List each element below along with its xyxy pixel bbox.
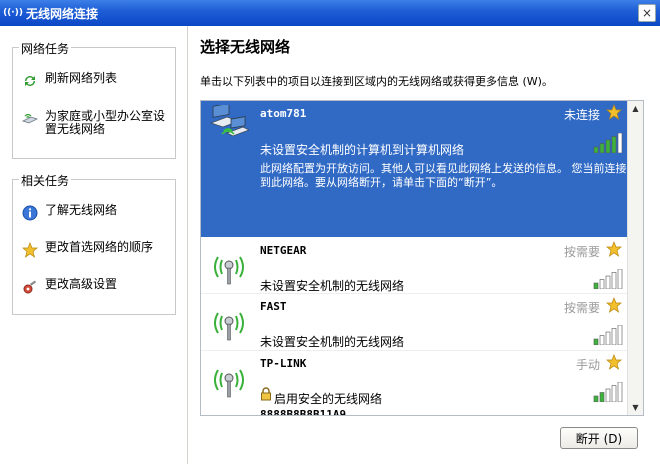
main-pane: 选择无线网络 单击以下列表中的项目以连接到区域内的无线网络或获得更多信息 (W)…	[189, 26, 660, 464]
preferred-star-icon	[606, 241, 622, 257]
connection-status: 未连接	[563, 108, 600, 122]
related-tasks-group: 相关任务 了解无线网络 更改首选网络的顺序 更改高级设置	[12, 172, 176, 315]
lock-icon	[261, 387, 271, 401]
connection-status: 手动	[575, 358, 600, 372]
close-button[interactable]: ×	[638, 4, 656, 22]
security-text: 未设置安全机制的计算机到计算机网络	[260, 143, 465, 157]
network-name: atom781	[260, 107, 307, 120]
window-title: 无线网络连接	[26, 6, 99, 21]
signal-bar	[605, 275, 611, 289]
network-name: TP-LINK	[260, 357, 307, 370]
signal-bar	[617, 382, 623, 402]
network-item-tp-link[interactable]: TP-LINK 手动 启用安全的无线网络	[201, 351, 628, 407]
task-label: 刷新网络列表	[45, 71, 118, 85]
refresh-icon	[21, 72, 39, 90]
scroll-down-arrow-icon[interactable]: ▼	[628, 400, 643, 415]
connection-status: 按需要	[563, 245, 600, 259]
list-scrollbar[interactable]: ▲ ▼	[627, 101, 643, 415]
signal-bar	[611, 272, 617, 289]
signal-bar	[593, 146, 599, 153]
computer-to-computer-icon	[209, 105, 249, 137]
star-icon	[21, 241, 39, 259]
signal-bar	[611, 385, 617, 402]
security-text: 未设置安全机制的无线网络	[260, 279, 405, 293]
network-name: NETGEAR	[260, 244, 307, 257]
preferred-star-icon	[606, 104, 622, 120]
wireless-antenna-icon	[214, 369, 244, 398]
instruction-text: 单击以下列表中的项目以连接到区域内的无线网络或获得更多信息 (W)。	[200, 75, 553, 88]
signal-bar	[593, 395, 599, 402]
signal-bar	[599, 143, 605, 153]
change-preferred-order-link[interactable]: 更改首选网络的顺序	[21, 241, 171, 259]
network-tasks-legend: 网络任务	[19, 40, 72, 57]
setup-wireless-network-link[interactable]: 为家庭或小型办公室设置无线网络	[21, 110, 171, 136]
signal-bar	[617, 133, 623, 153]
settings-icon	[21, 278, 39, 296]
wireless-antenna-icon	[214, 312, 244, 341]
security-text: 未设置安全机制的无线网络	[260, 335, 405, 349]
connection-status: 按需要	[563, 301, 600, 315]
network-name: 8888B8B8B11A9	[260, 408, 347, 416]
wireless-icon: ((·))	[3, 8, 23, 18]
change-advanced-settings-link[interactable]: 更改高级设置	[21, 278, 171, 296]
related-tasks-legend: 相关任务	[19, 172, 72, 189]
signal-bar	[605, 331, 611, 345]
task-label: 更改首选网络的顺序	[45, 240, 154, 254]
network-item-partial[interactable]: 8888B8B8B11A9	[201, 407, 628, 416]
signal-bar	[599, 392, 605, 402]
network-setup-icon	[21, 110, 39, 128]
signal-bar	[599, 279, 605, 289]
learn-wireless-link[interactable]: 了解无线网络	[21, 204, 171, 222]
network-item-netgear[interactable]: NETGEAR 按需要 未设置安全机制的无线网络	[201, 238, 628, 293]
signal-strength-icon	[593, 325, 623, 345]
info-icon	[21, 204, 39, 222]
signal-bar	[593, 282, 599, 289]
signal-strength-icon	[593, 133, 623, 153]
signal-bar	[617, 325, 623, 345]
scroll-up-arrow-icon[interactable]: ▲	[628, 101, 643, 116]
network-description: 此网络配置为开放访问。其他人可以看见此网络上发送的信息。 您当前连接到此网络。要…	[260, 162, 627, 189]
signal-bar	[605, 388, 611, 402]
signal-bar	[611, 328, 617, 345]
signal-bar	[605, 139, 611, 153]
preferred-star-icon	[606, 297, 622, 313]
signal-bar	[617, 269, 623, 289]
wireless-antenna-icon	[214, 256, 244, 285]
signal-strength-icon	[593, 269, 623, 289]
task-pane: 网络任务 刷新网络列表 为家庭或小型办公室设置无线网络 相关任务 了解无线网络	[0, 26, 188, 464]
network-name: FAST	[260, 300, 287, 313]
signal-bar	[611, 136, 617, 153]
page-title: 选择无线网络	[200, 38, 291, 56]
signal-bar	[593, 338, 599, 345]
network-item-atom781[interactable]: atom781 未连接 未设置安全机制的计算机到计算机网络 此网络配置为开放访问…	[201, 101, 628, 237]
task-label: 了解无线网络	[45, 203, 118, 217]
disconnect-button[interactable]: 断开 (D)	[560, 427, 638, 449]
network-item-fast[interactable]: FAST 按需要 未设置安全机制的无线网络	[201, 294, 628, 350]
signal-bar	[599, 335, 605, 345]
network-tasks-group: 网络任务 刷新网络列表 为家庭或小型办公室设置无线网络	[12, 40, 176, 159]
security-text: 启用安全的无线网络	[274, 392, 383, 406]
task-label: 为家庭或小型办公室设置无线网络	[45, 109, 166, 136]
network-list[interactable]: atom781 未连接 未设置安全机制的计算机到计算机网络 此网络配置为开放访问…	[200, 100, 644, 416]
refresh-network-list-link[interactable]: 刷新网络列表	[21, 72, 171, 90]
task-label: 更改高级设置	[45, 277, 118, 291]
preferred-star-icon	[606, 354, 622, 370]
title-bar: ((·)) 无线网络连接 ×	[0, 0, 660, 26]
signal-strength-icon	[593, 382, 623, 402]
